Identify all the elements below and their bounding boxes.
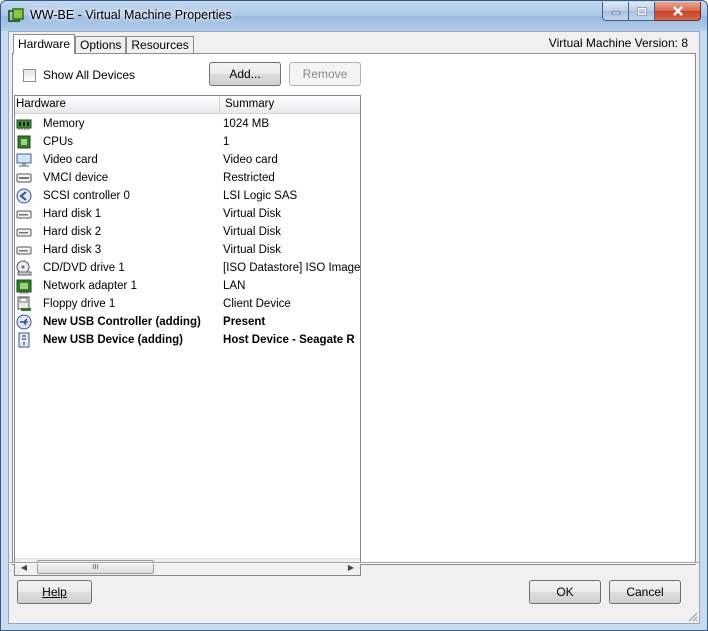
horizontal-scrollbar[interactable]: ◀ III ▶ xyxy=(15,558,360,575)
hardware-name: SCSI controller 0 xyxy=(43,190,130,202)
hardware-name: Hard disk 1 xyxy=(43,208,102,220)
tab-options[interactable]: Options xyxy=(75,36,127,54)
monitor-icon xyxy=(16,153,32,167)
table-row[interactable]: Hard disk 3 Virtual Disk xyxy=(15,241,360,259)
hardware-name: VMCI device xyxy=(43,172,109,184)
hardware-summary: 1 xyxy=(223,136,230,148)
table-row[interactable]: SCSI controller 0 LSI Logic SAS xyxy=(15,187,360,205)
maximize-button[interactable] xyxy=(629,2,655,21)
memory-icon xyxy=(16,119,32,130)
column-header-hardware[interactable]: Hardware xyxy=(15,96,220,114)
help-button[interactable]: Help xyxy=(17,580,92,604)
tab-strip: Hardware Options Resources xyxy=(13,34,194,54)
dialog-client-area: Hardware Options Resources Virtual Machi… xyxy=(8,31,700,624)
hardware-name: Network adapter 1 xyxy=(43,280,137,292)
hardware-summary: LAN xyxy=(223,280,246,292)
ok-button[interactable]: OK xyxy=(529,580,601,604)
hardware-summary: Virtual Disk xyxy=(223,244,281,256)
floppy-drive-icon xyxy=(17,296,31,311)
hardware-name: CD/DVD drive 1 xyxy=(43,262,125,274)
table-header: Hardware Summary xyxy=(15,96,360,114)
table-row[interactable]: CD/DVD drive 1 [ISO Datastore] ISO Image xyxy=(15,259,360,277)
table-row[interactable]: Memory 1024 MB xyxy=(15,115,360,133)
remove-button[interactable]: Remove xyxy=(289,62,361,86)
help-button-label: Help xyxy=(42,585,67,599)
table-row[interactable]: CPUs 1 xyxy=(15,133,360,151)
tab-resources[interactable]: Resources xyxy=(126,36,194,54)
maximize-icon xyxy=(636,6,647,16)
hard-disk-icon xyxy=(16,246,32,255)
window-controls xyxy=(602,2,701,22)
hardware-summary: Video card xyxy=(223,154,278,166)
table-row[interactable]: Hard disk 2 Virtual Disk xyxy=(15,223,360,241)
cpu-icon xyxy=(17,135,31,149)
hardware-panel: Show All Devices Add... Remove Hardware … xyxy=(12,53,696,576)
hardware-summary: Restricted xyxy=(223,172,275,184)
vm-properties-window: WW-BE - Virtual Machine Properties Hardw… xyxy=(0,0,708,631)
hardware-name: New USB Device (adding) xyxy=(43,334,183,346)
scsi-controller-icon xyxy=(16,188,32,204)
hardware-summary: [ISO Datastore] ISO Image xyxy=(223,262,360,274)
vm-version-label: Virtual Machine Version: 8 xyxy=(548,36,688,50)
add-button[interactable]: Add... xyxy=(209,62,281,86)
hardware-summary: LSI Logic SAS xyxy=(223,190,298,202)
hardware-name: Floppy drive 1 xyxy=(43,298,116,310)
hardware-table[interactable]: Hardware Summary Memory 1024 MB CPUs 1 Video… xyxy=(14,95,361,576)
hardware-name: Memory xyxy=(43,118,85,130)
table-body: Memory 1024 MB CPUs 1 Video card Video card VM… xyxy=(15,115,360,349)
table-row[interactable]: New USB Device (adding) Host Device - Sea… xyxy=(15,331,360,349)
close-button[interactable] xyxy=(655,2,701,21)
show-all-devices-label[interactable]: Show All Devices xyxy=(43,68,135,82)
vmware-icon xyxy=(8,8,24,22)
hardware-summary: Client Device xyxy=(223,298,291,310)
minimize-button[interactable] xyxy=(602,2,629,21)
hardware-name: Hard disk 2 xyxy=(43,226,102,238)
window-title: WW-BE - Virtual Machine Properties xyxy=(30,8,232,22)
cd-dvd-icon xyxy=(16,260,32,276)
hard-disk-icon xyxy=(16,210,32,219)
hardware-summary: Host Device - Seagate R xyxy=(223,334,355,346)
usb-device-icon xyxy=(18,332,30,348)
column-header-summary[interactable]: Summary xyxy=(220,96,360,114)
table-row[interactable]: Hard disk 1 Virtual Disk xyxy=(15,205,360,223)
resize-grip-icon[interactable] xyxy=(686,610,698,622)
table-row[interactable]: VMCI device Restricted xyxy=(15,169,360,187)
hardware-name: New USB Controller (adding) xyxy=(43,316,201,328)
hardware-summary: Virtual Disk xyxy=(223,226,281,238)
show-all-devices-checkbox[interactable] xyxy=(23,68,36,82)
table-row[interactable]: Network adapter 1 LAN xyxy=(15,277,360,295)
table-row[interactable]: New USB Controller (adding) Present xyxy=(15,313,360,331)
hardware-summary: Virtual Disk xyxy=(223,208,281,220)
device-icon xyxy=(16,173,32,183)
network-adapter-icon xyxy=(16,279,32,294)
close-icon xyxy=(672,6,683,16)
usb-controller-icon xyxy=(16,314,32,330)
minimize-icon xyxy=(611,11,620,15)
footer-separator xyxy=(9,562,699,564)
cancel-button[interactable]: Cancel xyxy=(609,580,681,604)
show-all-devices-row[interactable]: Show All Devices xyxy=(23,68,135,82)
hard-disk-icon xyxy=(16,228,32,237)
hardware-name: Video card xyxy=(43,154,98,166)
table-row[interactable]: Video card Video card xyxy=(15,151,360,169)
tab-hardware[interactable]: Hardware xyxy=(13,34,76,54)
hardware-name: Hard disk 3 xyxy=(43,244,102,256)
hardware-summary: 1024 MB xyxy=(223,118,270,130)
table-row[interactable]: Floppy drive 1 Client Device xyxy=(15,295,360,313)
title-bar[interactable]: WW-BE - Virtual Machine Properties xyxy=(1,1,707,31)
hardware-summary: Present xyxy=(223,316,266,328)
hardware-name: CPUs xyxy=(43,136,74,148)
